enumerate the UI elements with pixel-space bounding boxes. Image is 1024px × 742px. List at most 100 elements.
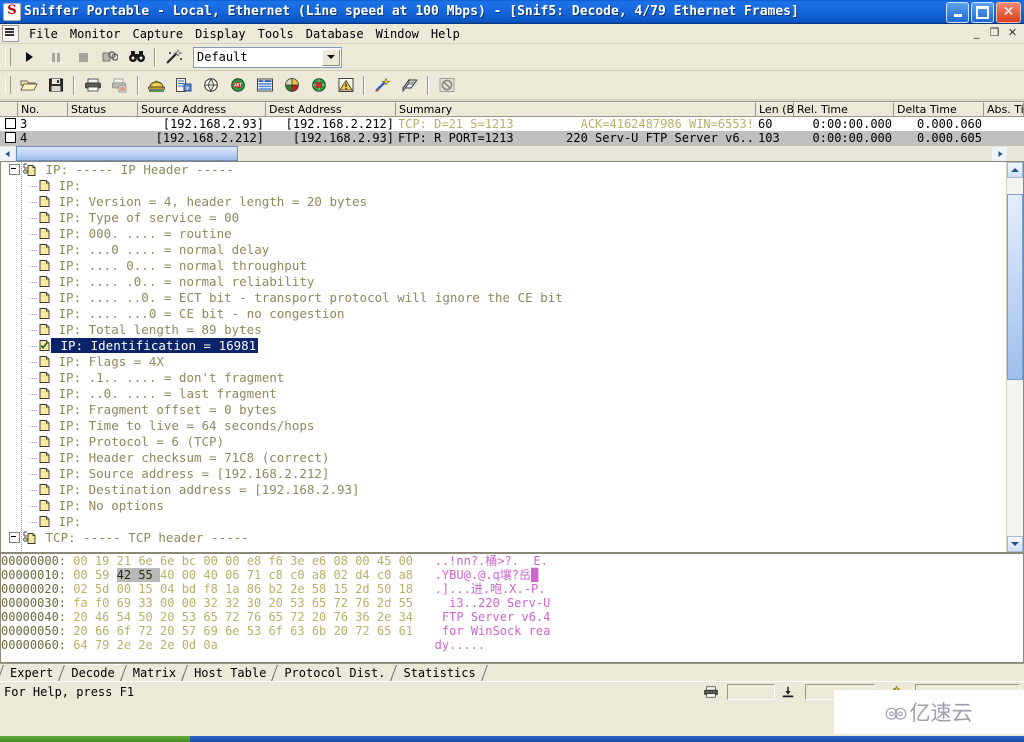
packet-select-checkbox[interactable] — [0, 131, 18, 145]
hex-byte[interactable]: 1a — [225, 582, 247, 596]
capture-filter-button[interactable] — [161, 45, 186, 69]
hex-byte[interactable]: 2e — [138, 638, 160, 652]
hex-byte[interactable]: 3e — [290, 554, 312, 568]
decode-tree-row[interactable]: IP: Destination address = [192.168.2.93] — [1, 482, 1023, 498]
hex-byte[interactable]: fa — [73, 596, 95, 610]
hex-byte[interactable]: bd — [182, 582, 204, 596]
profile-select[interactable]: Default — [193, 46, 342, 68]
hex-byte[interactable]: 63 — [290, 624, 312, 638]
packet-list[interactable]: No. Status Source Address Dest Address Summa… — [0, 101, 1024, 161]
hex-byte[interactable]: 21 — [117, 554, 139, 568]
decode-tree-row[interactable]: IP: 000. .... = routine — [1, 226, 1023, 242]
packet-list-hscrollbar[interactable] — [0, 145, 1024, 161]
hex-byte[interactable]: 76 — [334, 610, 356, 624]
packet-column-header-check[interactable] — [0, 102, 18, 117]
hex-byte[interactable]: b2 — [268, 582, 290, 596]
hex-byte[interactable]: 2d — [377, 596, 399, 610]
decode-tree-row[interactable]: IP: .... ..0. = ECT bit - transport prot… — [1, 290, 1023, 306]
mdi-document-icon[interactable] — [2, 25, 19, 42]
packet-column-header-delta-time[interactable]: Delta Time — [894, 102, 984, 117]
menu-database[interactable]: Database — [300, 26, 370, 42]
profile-select-arrow[interactable] — [322, 48, 340, 66]
protocol-dist-button[interactable] — [279, 73, 304, 97]
hex-byte-selected[interactable]: 55 — [138, 568, 160, 582]
stop-action-button[interactable] — [434, 73, 459, 97]
hex-byte[interactable]: 6f — [117, 624, 139, 638]
hex-byte[interactable]: c0 — [377, 568, 399, 582]
taskbar-start-button[interactable] — [0, 736, 190, 742]
decode-tree-row[interactable]: IP: Time to live = 64 seconds/hops — [1, 418, 1023, 434]
hex-byte[interactable]: 00 — [399, 554, 413, 568]
expand-minus-icon[interactable] — [9, 164, 20, 175]
hex-byte[interactable]: 20 — [73, 624, 95, 638]
hex-byte[interactable]: 79 — [95, 638, 117, 652]
hex-byte[interactable]: 0a — [203, 638, 217, 652]
hex-byte[interactable]: 02 — [73, 582, 95, 596]
decode-tree-row[interactable]: IP: — [1, 178, 1023, 194]
statistics-button[interactable] — [306, 73, 331, 97]
hex-byte[interactable]: c0 — [290, 568, 312, 582]
tab-statistics[interactable]: Statistics — [393, 665, 484, 681]
decode-tree-row[interactable]: IP: .1.. .... = don't fragment — [1, 370, 1023, 386]
decode-tree-row[interactable]: IP: Flags = 4X — [1, 354, 1023, 370]
minimize-button[interactable] — [946, 2, 969, 23]
hex-byte[interactable]: 72 — [290, 610, 312, 624]
hex-byte[interactable]: 72 — [138, 624, 160, 638]
hex-byte[interactable]: 15 — [334, 582, 356, 596]
hex-byte[interactable]: 53 — [247, 624, 269, 638]
hex-byte[interactable]: 0d — [182, 638, 204, 652]
save-file-button[interactable] — [43, 73, 68, 97]
hex-byte[interactable]: 00 — [182, 568, 204, 582]
hex-byte[interactable]: 04 — [160, 582, 182, 596]
hex-byte[interactable]: 00 — [73, 568, 95, 582]
decode-tree-row[interactable]: IP: Fragment offset = 0 bytes — [1, 402, 1023, 418]
decode-tree-pane[interactable]: IP: ----- IP Header ----- IP: IP: Versio… — [0, 161, 1024, 553]
start-capture-button[interactable] — [16, 45, 41, 69]
decode-tree-row[interactable]: IP: Header checksum = 71C8 (correct) — [1, 450, 1023, 466]
hex-byte[interactable]: bc — [182, 554, 204, 568]
hex-byte[interactable]: 54 — [117, 610, 139, 624]
hex-byte[interactable]: 32 — [225, 596, 247, 610]
print-button[interactable] — [80, 73, 105, 97]
menu-capture[interactable]: Capture — [126, 26, 189, 42]
hex-byte[interactable]: 72 — [355, 624, 377, 638]
hex-byte[interactable]: 69 — [203, 624, 225, 638]
hex-dump-row[interactable]: 00000040: 20 46 54 50 20 53 65 72 76 65 … — [1, 610, 1023, 624]
tab-protocol-dist[interactable]: Protocol Dist. — [274, 665, 394, 681]
mdi-close-button[interactable]: ✕ — [1005, 25, 1020, 39]
hex-byte[interactable]: f0 — [95, 596, 117, 610]
address-book-button[interactable] — [397, 73, 422, 97]
menu-monitor[interactable]: Monitor — [64, 26, 127, 42]
decode-tree-row[interactable]: IP: ..0. .... = last fragment — [1, 386, 1023, 402]
table-row[interactable]: 4 [192.168.2.212] [192.168.2.93] FTP: R POR… — [0, 131, 1024, 145]
decode-tree-root-row[interactable]: IP: ----- IP Header ----- — [1, 162, 1023, 178]
hex-byte[interactable]: 2e — [377, 610, 399, 624]
hex-byte[interactable]: 20 — [268, 596, 290, 610]
packet-column-header-summary[interactable]: Summary — [396, 102, 756, 117]
hex-byte[interactable]: 20 — [160, 610, 182, 624]
decode-tree-row[interactable]: IP: .... .0.. = normal reliability — [1, 274, 1023, 290]
packet-column-header-rel-time[interactable]: Rel. Time — [794, 102, 894, 117]
hex-byte[interactable]: 20 — [160, 624, 182, 638]
status-printer-icon-wrap[interactable] — [699, 685, 723, 699]
hex-byte[interactable]: 40 — [203, 568, 225, 582]
hex-byte[interactable]: 15 — [138, 582, 160, 596]
expand-minus-icon[interactable] — [9, 532, 20, 543]
hex-byte[interactable]: 32 — [203, 596, 225, 610]
hex-byte[interactable]: 00 — [182, 596, 204, 610]
tab-expert[interactable]: Expert — [0, 665, 62, 681]
decode-tree-row[interactable]: IP: ...0 .... = normal delay — [1, 242, 1023, 258]
restore-button[interactable] — [971, 2, 994, 23]
hex-byte[interactable]: 36 — [355, 610, 377, 624]
packet-select-checkbox[interactable] — [0, 117, 18, 131]
hex-byte[interactable]: 00 — [225, 554, 247, 568]
hex-byte[interactable]: e8 — [247, 554, 269, 568]
hex-byte[interactable]: 61 — [399, 624, 413, 638]
hex-dump-row[interactable]: 00000030: fa f0 69 33 00 00 32 32 30 20 … — [1, 596, 1023, 610]
view-tabs[interactable]: Expert Decode Matrix Host Table Protocol Dis… — [0, 664, 484, 681]
decode-tree-row[interactable]: IP: .... ...0 = CE bit - no congestion — [1, 306, 1023, 322]
main-toolbar-grip[interactable] — [5, 76, 11, 94]
hex-dump-row[interactable]: 00000060: 64 79 2e 2e 2e 0d 0a dy..... — [1, 638, 1023, 652]
decode-tree-row[interactable]: IP: Total length = 89 bytes — [1, 322, 1023, 338]
hex-byte[interactable]: 46 — [95, 610, 117, 624]
